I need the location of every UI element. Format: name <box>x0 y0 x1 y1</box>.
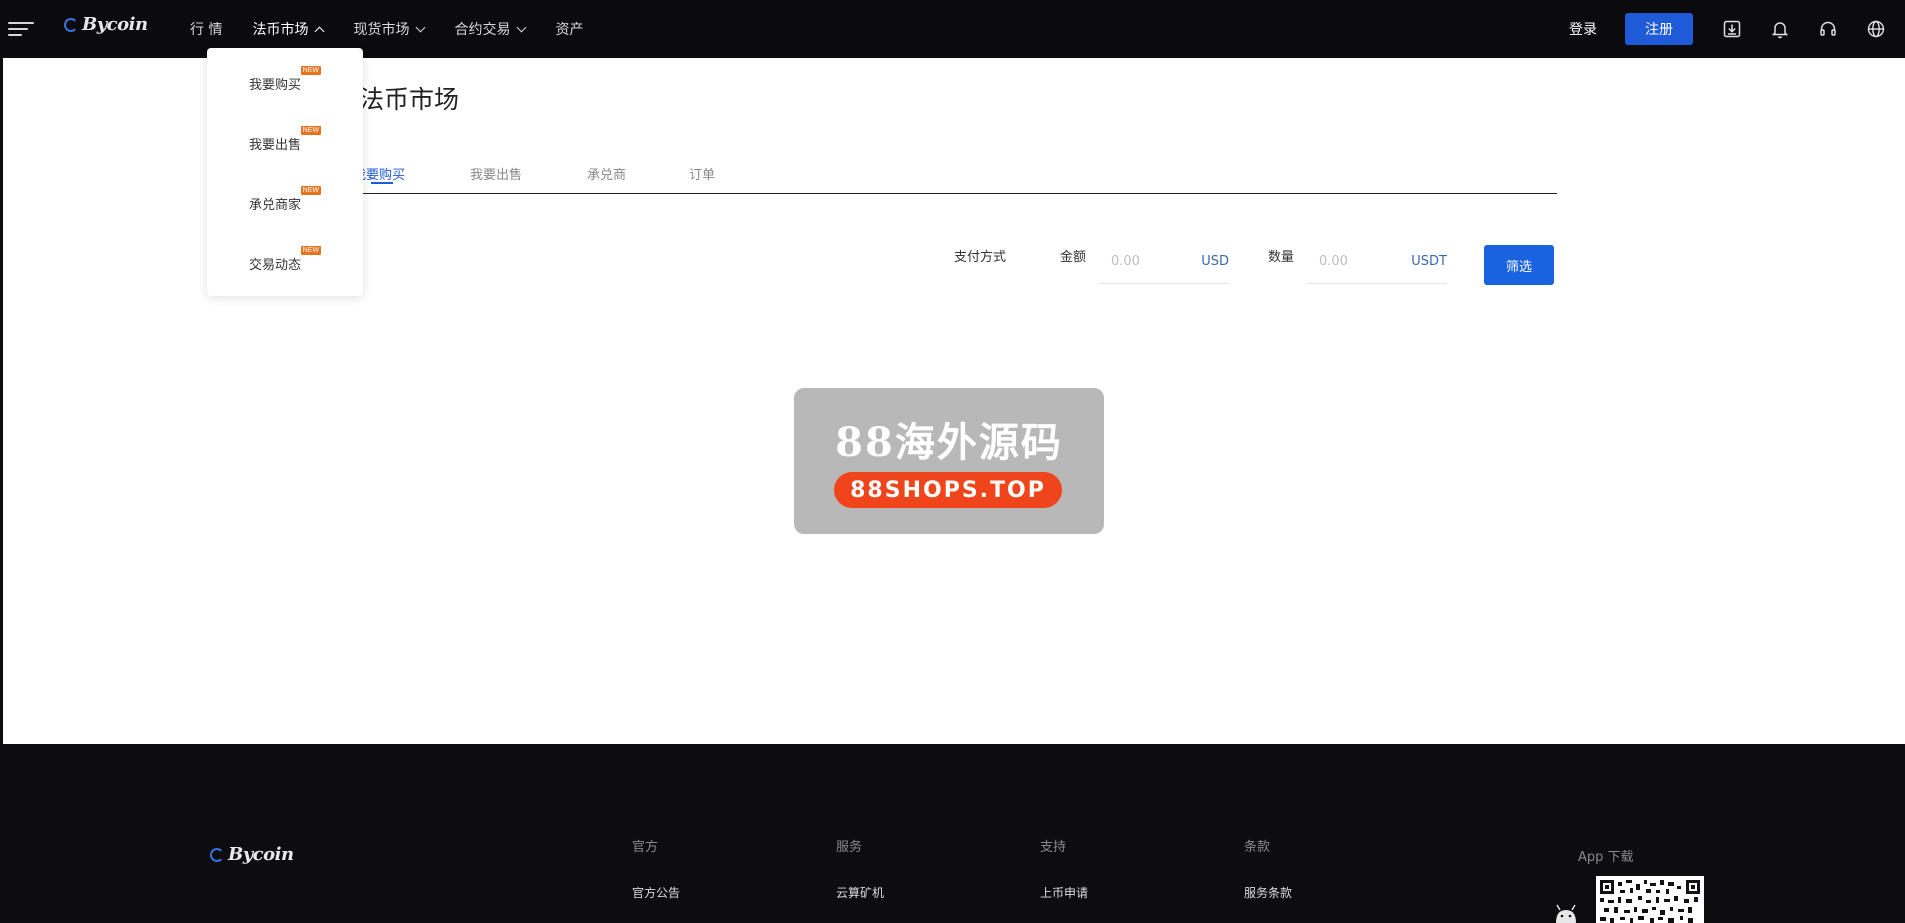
dropdown-item-label: 交易动态 NEW <box>249 246 322 273</box>
chevron-down-icon <box>416 22 426 32</box>
nav-spot-market-label: 现货市场 <box>353 22 410 38</box>
quantity-unit: USDT <box>1411 254 1447 269</box>
nav-assets[interactable]: 资产 <box>555 19 583 39</box>
new-badge: NEW <box>300 126 322 135</box>
login-link[interactable]: 登录 <box>1569 19 1597 39</box>
logo-ring-icon <box>210 847 224 862</box>
new-badge: NEW <box>300 246 322 255</box>
nav-market[interactable]: 行 情 <box>190 19 222 39</box>
amount-unit: USD <box>1201 254 1229 269</box>
watermark-overlay: 88海外源码 88SHOPS.TOP <box>794 388 1104 534</box>
tab-orders[interactable]: 订单 <box>689 164 715 183</box>
active-tab-indicator <box>371 182 393 184</box>
new-badge: NEW <box>300 186 322 195</box>
chevron-down-icon <box>517 22 527 32</box>
filter-button[interactable]: 筛选 <box>1484 245 1554 285</box>
footer-link-cloud-mining[interactable]: 云算矿机 <box>836 884 884 901</box>
nav-fiat-market-label: 法币市场 <box>252 22 309 38</box>
logo[interactable]: Bycoin <box>64 14 148 35</box>
watermark-url: 88SHOPS.TOP <box>834 472 1062 508</box>
nav-contract-trading[interactable]: 合约交易 <box>454 19 527 39</box>
footer-link-service-terms[interactable]: 服务条款 <box>1244 884 1292 901</box>
tab-bar: 我要购买 我要出售 承兑商 订单 <box>353 154 1557 194</box>
payment-method-select[interactable]: 支付方式 <box>954 246 1006 265</box>
menu-icon[interactable] <box>8 20 34 38</box>
nav-fiat-market[interactable]: 法币市场 <box>252 19 325 39</box>
dropdown-item-label: 我要出售 NEW <box>249 126 322 153</box>
dropdown-item-text: 承兑商家 <box>249 198 302 213</box>
logo-text: Bycoin <box>82 14 148 35</box>
dropdown-item-text: 我要出售 <box>249 138 302 153</box>
dropdown-item-text: 交易动态 <box>249 258 302 273</box>
register-button[interactable]: 注册 <box>1625 13 1693 45</box>
download-icon[interactable] <box>1721 18 1743 40</box>
footer-col-official-title: 官方 <box>632 840 659 855</box>
footer-link-listing-application[interactable]: 上币申请 <box>1040 884 1088 901</box>
logo-ring-icon <box>64 17 78 32</box>
right-nav: 登录 注册 <box>1569 0 1905 58</box>
quantity-placeholder: 0.00 <box>1319 254 1348 269</box>
footer-logo[interactable]: Bycoin <box>210 844 294 865</box>
new-badge: NEW <box>300 66 322 75</box>
dropdown-item-activity[interactable]: 交易动态 NEW <box>207 246 363 308</box>
amount-input[interactable]: 0.00 USD <box>1099 244 1229 284</box>
footer-col-service-title: 服务 <box>836 840 863 855</box>
dropdown-item-sell[interactable]: 我要出售 NEW <box>207 126 363 188</box>
amount-label: 金额 <box>1060 250 1087 265</box>
android-icon[interactable] <box>1552 904 1580 923</box>
footer-col-support-title: 支持 <box>1040 840 1067 855</box>
nav-assets-label: 资产 <box>555 22 584 38</box>
dropdown-item-merchants[interactable]: 承兑商家 NEW <box>207 186 363 248</box>
quantity-label: 数量 <box>1268 250 1295 265</box>
fiat-market-dropdown: 我要购买 NEW 我要出售 NEW 承兑商家 NEW 交易动态 NEW <box>207 48 363 296</box>
footer-logo-text: Bycoin <box>228 844 294 865</box>
qr-code <box>1596 876 1704 923</box>
amount-placeholder: 0.00 <box>1111 254 1140 269</box>
headset-icon[interactable] <box>1817 18 1839 40</box>
app-download-title: App 下载 <box>1578 850 1634 865</box>
bell-icon[interactable] <box>1769 18 1791 40</box>
tab-merchant[interactable]: 承兑商 <box>587 164 626 183</box>
tab-sell[interactable]: 我要出售 <box>470 164 522 183</box>
quantity-input[interactable]: 0.00 USDT <box>1307 244 1447 284</box>
dropdown-item-label: 承兑商家 NEW <box>249 186 322 213</box>
page-title: 法币市场 <box>359 85 460 114</box>
nav-contract-trading-label: 合约交易 <box>454 22 511 38</box>
globe-icon[interactable] <box>1865 18 1887 40</box>
dropdown-item-label: 我要购买 NEW <box>249 66 322 93</box>
footer: Bycoin 官方 官方公告 服务 云算矿机 支持 上币申请 条款 服务条款 A… <box>0 744 1905 923</box>
nav-spot-market[interactable]: 现货市场 <box>353 19 426 39</box>
chevron-up-icon <box>315 26 325 36</box>
nav-market-label: 行 情 <box>190 22 223 38</box>
dropdown-item-text: 我要购买 <box>249 78 302 93</box>
footer-link-announcements[interactable]: 官方公告 <box>632 884 680 901</box>
watermark-title: 88海外源码 <box>835 419 1063 466</box>
dropdown-item-buy[interactable]: 我要购买 NEW <box>207 66 363 128</box>
footer-col-terms-title: 条款 <box>1244 840 1271 855</box>
